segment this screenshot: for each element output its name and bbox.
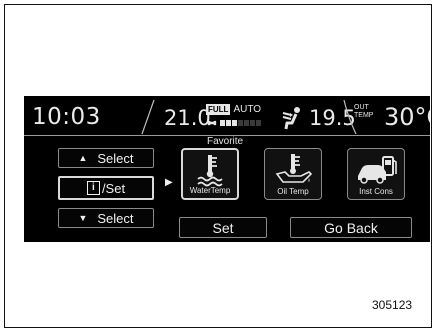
- favorite-title: Favorite: [207, 136, 244, 147]
- triangle-up-icon: ▲: [78, 153, 88, 163]
- selection-pointer-icon: ▶: [165, 177, 173, 188]
- go-back-button-label: Go Back: [324, 219, 378, 236]
- divider-slash-icon: [141, 99, 155, 135]
- figure-id: 305123: [372, 298, 413, 312]
- triangle-down-icon: ▼: [78, 213, 88, 223]
- tile-inst-cons[interactable]: Inst Cons: [347, 148, 405, 200]
- outside-temp-label: OUT TEMP: [354, 104, 373, 120]
- tile-water-temp[interactable]: WaterTemp: [181, 148, 239, 200]
- status-bar: 10:03 21.0 FULL AUTO 19.5 OUT TEMP 30°: [24, 99, 430, 136]
- multi-function-display: 10:03 21.0 FULL AUTO 19.5 OUT TEMP 30° F…: [24, 96, 430, 242]
- clock: 10:03: [32, 104, 101, 130]
- fan-level-segment: [256, 120, 261, 126]
- outside-label-line1: OUT: [354, 104, 369, 111]
- auto-label: AUTO: [233, 104, 262, 115]
- outside-temp: 30°C: [384, 103, 430, 131]
- set-button[interactable]: Set: [179, 217, 267, 238]
- set-button-label: Set: [212, 219, 234, 236]
- tile-oil-temp[interactable]: Oil Temp: [264, 148, 322, 200]
- fan-level-segment: [250, 120, 255, 126]
- tile-water-temp-label: WaterTemp: [189, 186, 231, 195]
- outside-label-line2: TEMP: [354, 112, 374, 119]
- oil-temp-icon: [275, 154, 313, 183]
- tile-inst-cons-label: Inst Cons: [359, 187, 393, 196]
- fan-level-segment: [226, 120, 231, 126]
- info-icon: i: [86, 181, 100, 195]
- airflow-mode-icon: [282, 107, 300, 130]
- select-up-label: Select: [97, 150, 134, 166]
- fuel-consumption-icon: [358, 156, 397, 184]
- fan-level-bars: [220, 120, 261, 126]
- driver-temp: 21.0: [164, 106, 211, 130]
- fan-icon: [207, 120, 217, 126]
- go-back-button[interactable]: Go Back: [290, 217, 412, 238]
- full-badge: FULL: [206, 104, 231, 115]
- info-set-button[interactable]: i /Set: [58, 176, 154, 200]
- select-up-button[interactable]: ▲ Select: [58, 148, 154, 168]
- fan-level-segment: [244, 120, 249, 126]
- select-down-button[interactable]: ▼ Select: [58, 208, 154, 228]
- select-down-label: Select: [97, 210, 134, 226]
- water-temp-icon: [197, 155, 223, 187]
- tile-oil-temp-label: Oil Temp: [277, 187, 309, 196]
- info-set-label: /Set: [101, 180, 126, 196]
- fan-level-segment: [220, 120, 225, 126]
- fan-level-segment: [238, 120, 243, 126]
- fan-level-segment: [232, 120, 237, 126]
